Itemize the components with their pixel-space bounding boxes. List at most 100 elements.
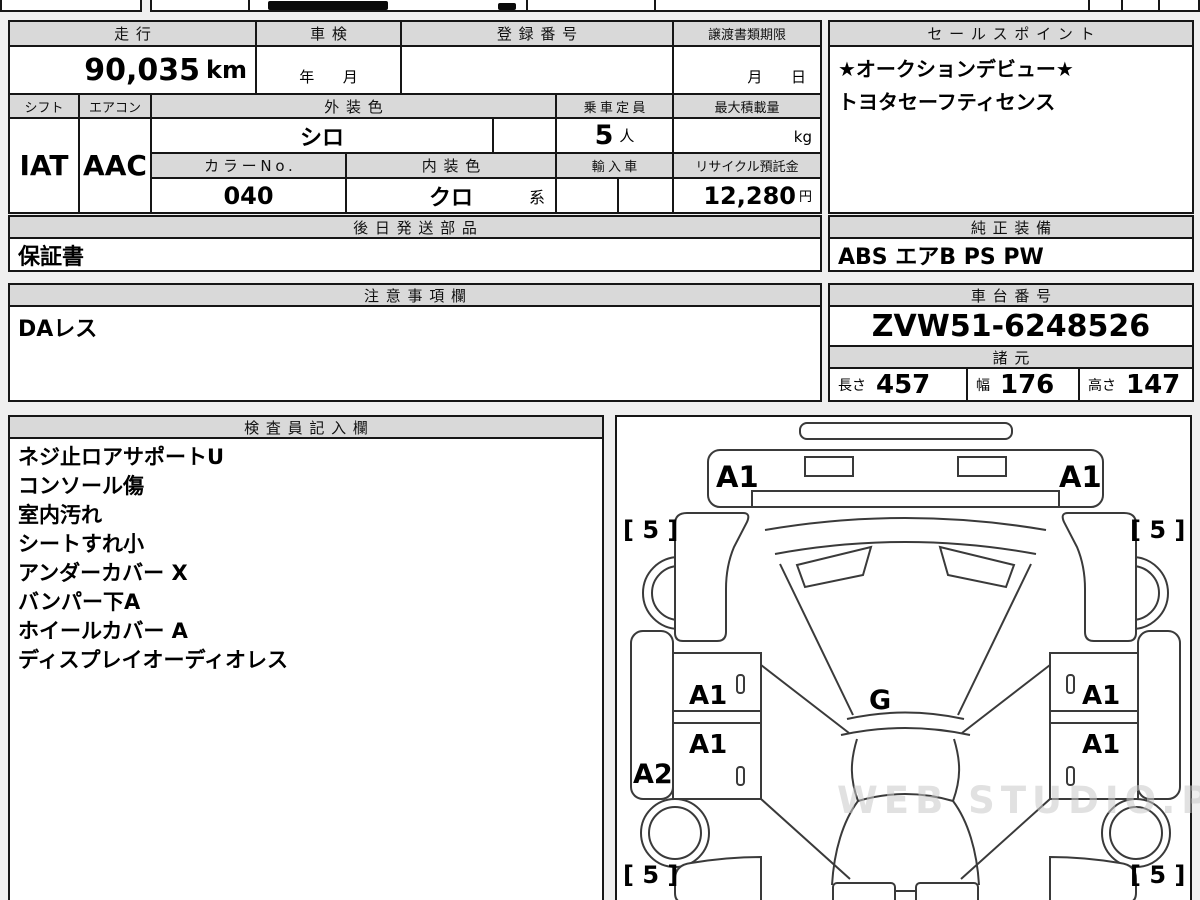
damage-label-door-front-right: A1 xyxy=(1082,681,1120,711)
cutoff-cell xyxy=(1121,0,1160,12)
aircon-value: AAC xyxy=(78,117,152,214)
damage-label-door-rear-right: A1 xyxy=(1082,730,1120,760)
shaken-header: 車検 xyxy=(255,20,402,47)
cutoff-cell xyxy=(526,0,656,12)
recycle-unit: 円 xyxy=(798,190,812,205)
capacity-unit: 人 xyxy=(619,127,635,145)
roof xyxy=(831,738,980,886)
registration-value xyxy=(400,45,674,95)
front-bumper xyxy=(707,449,1104,508)
chassis-header: 車台番号 xyxy=(828,283,1194,307)
later-parts-header: 後日発送部品 xyxy=(8,215,822,239)
inspector-notes: ネジ止ロアサポートU コンソール傷 室内汚れ シートすれ小 アンダーカバー X … xyxy=(8,437,604,900)
chassis-value: ZVW51-6248526 xyxy=(828,305,1194,347)
spec-length-label: 長さ xyxy=(838,377,866,394)
equipment-header: 純正装備 xyxy=(828,215,1194,239)
inspector-line: ディスプレイオーディオレス xyxy=(18,648,289,672)
specs-header: 諸元 xyxy=(828,345,1194,369)
interior-color-header: 内装色 xyxy=(345,152,557,179)
interior-color-suffix: 系 xyxy=(528,187,545,207)
sales-point-header: セールスポイント xyxy=(828,20,1194,47)
pillar-line-front-right xyxy=(961,664,1051,734)
spec-height-value: 147 xyxy=(1126,369,1181,400)
notes-header: 注意事項欄 xyxy=(8,283,822,307)
cutoff-cell xyxy=(1158,0,1200,12)
inspector-header: 検査員記入欄 xyxy=(8,415,604,439)
damage-label-hood: G xyxy=(869,685,891,716)
damage-label-door-rear-left: A1 xyxy=(689,730,727,760)
spec-height-label: 高さ xyxy=(1088,377,1116,394)
shift-value: IAT xyxy=(8,117,80,214)
wheel-rear-right xyxy=(1101,798,1171,868)
recycle-deposit-header: リサイクル預託金 xyxy=(672,152,822,179)
capacity-number: 5 xyxy=(594,120,614,151)
spec-length: 長さ 457 xyxy=(828,367,968,402)
rear-bumper xyxy=(832,882,979,900)
cutoff-cell xyxy=(654,0,1090,12)
interior-color-value: クロ 系 xyxy=(345,177,557,214)
import-car-header: 輸入車 xyxy=(555,152,674,179)
auction-sheet: 走行 車検 登録番号 譲渡書類期限 90,035 km 年 月 月 日 シフト … xyxy=(0,0,1200,900)
mileage-value: 90,035 km xyxy=(8,45,257,95)
cutoff-cell xyxy=(0,0,142,12)
notes-value: DAレス xyxy=(8,305,822,402)
spec-width-label: 幅 xyxy=(976,377,990,394)
equipment-value: ABS エアB PS PW xyxy=(828,237,1194,272)
spec-width-value: 176 xyxy=(1000,369,1055,400)
cutoff-cell xyxy=(1088,0,1123,12)
maxload-value: kg xyxy=(672,117,822,154)
aircon-header: エアコン xyxy=(78,93,152,119)
pillar-line-rear-right xyxy=(960,798,1051,880)
recycle-deposit-value: 12,280 円 xyxy=(672,177,822,214)
sales-point-content: ★オークションデビュー★ トヨタセーフティセンス xyxy=(828,45,1194,214)
shaken-value: 年 月 xyxy=(255,45,402,95)
cutoff-text-fragment xyxy=(268,1,388,10)
recycle-number: 12,280 xyxy=(703,181,796,210)
inspector-line: シートすれ小 xyxy=(18,532,144,556)
tire-grade-rear-right: [ 5 ] xyxy=(1130,861,1185,889)
inspector-line: ホイールカバー A xyxy=(18,619,188,643)
inspector-line: バンパー下A xyxy=(18,590,141,614)
wheel-rear-left xyxy=(640,798,710,868)
windshield xyxy=(764,517,1047,589)
sales-point-line-2: トヨタセーフティセンス xyxy=(838,90,1056,114)
damage-label-bumper-right: A1 xyxy=(1059,460,1102,494)
spec-height: 高さ 147 xyxy=(1078,367,1194,402)
tire-grade-rear-left: [ 5 ] xyxy=(623,861,678,889)
capacity-header: 乗車定員 xyxy=(555,93,674,119)
exterior-color-header: 外装色 xyxy=(150,93,557,119)
damage-label-door-front-left: A1 xyxy=(689,681,727,711)
license-plate-bar xyxy=(799,422,1013,440)
pillar-line-rear-left xyxy=(760,798,851,880)
import-car-cell-2 xyxy=(617,177,674,214)
pillar-line-front-left xyxy=(760,664,850,734)
mileage-unit: km xyxy=(206,56,247,84)
rocker-panel-right xyxy=(1137,630,1181,800)
damage-label-rocker-left: A2 xyxy=(633,759,673,790)
capacity-value: 5 人 xyxy=(555,117,674,154)
import-car-cell-1 xyxy=(555,177,619,214)
exterior-color-value: シロ xyxy=(150,117,494,154)
cutoff-text-fragment xyxy=(498,3,516,10)
inspector-line: アンダーカバー X xyxy=(18,561,188,585)
wiper-right xyxy=(938,545,1016,589)
shift-header: シフト xyxy=(8,93,80,119)
sales-point-line-1: ★オークションデビュー★ xyxy=(838,57,1074,81)
color-no-value: 040 xyxy=(150,177,347,214)
inspector-line: 室内汚れ xyxy=(18,503,102,527)
tire-grade-front-right: [ 5 ] xyxy=(1130,516,1185,544)
cutoff-cell xyxy=(150,0,250,12)
rear-window xyxy=(857,793,954,802)
transfer-docs-header: 譲渡書類期限 xyxy=(672,20,822,47)
fender-rear-right xyxy=(1049,855,1137,900)
mileage-number: 90,035 xyxy=(84,52,201,88)
doors-right xyxy=(1049,652,1139,800)
tire-grade-front-left: [ 5 ] xyxy=(623,516,678,544)
registration-header: 登録番号 xyxy=(400,20,674,47)
color-no-header: カラーNo. xyxy=(150,152,347,179)
interior-color-text: クロ xyxy=(428,185,473,211)
car-damage-diagram: A1 A1 [ 5 ] [ 5 ] G A1 A1 A1 A1 A2 [ 5 ]… xyxy=(615,415,1200,900)
later-parts-value: 保証書 xyxy=(8,237,822,272)
fender-front-left xyxy=(674,512,750,642)
damage-label-bumper-left: A1 xyxy=(716,460,759,494)
